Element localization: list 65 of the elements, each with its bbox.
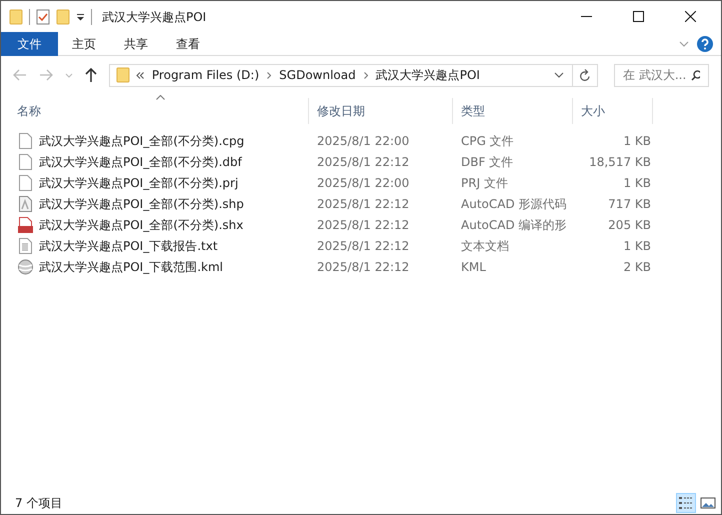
file-name[interactable]: 武汉大学兴趣点POI_下载报告.txt [33, 236, 313, 254]
item-count: 7 个项目 [15, 495, 62, 512]
file-name[interactable]: 武汉大学兴趣点POI_全部(不分类).cpg [33, 132, 313, 150]
double-chevron-left-icon[interactable] [136, 72, 144, 78]
window-title: 武汉大学兴趣点POI [102, 8, 206, 26]
refresh-icon[interactable] [579, 68, 591, 82]
file-type: AutoCAD 编译的形 [460, 216, 568, 234]
column-header[interactable]: 类型 [453, 98, 573, 124]
chevron-right-icon[interactable] [267, 72, 272, 78]
file-size: 717 KB [607, 196, 651, 212]
breadcrumb[interactable]: Program Files (D:) [152, 66, 260, 84]
file-name[interactable]: 武汉大学兴趣点POI_全部(不分类).shp [33, 194, 313, 212]
address-bar[interactable]: Program Files (D:) SGDownload 武汉大学兴趣点POI [108, 64, 598, 86]
file-type: KML [460, 258, 487, 276]
modified-date: 2025/8/1 22:12 [316, 216, 410, 234]
file-icon [18, 132, 33, 148]
file-type: PRJ 文件 [460, 174, 509, 192]
modified-date: 2025/8/1 22:12 [316, 196, 410, 212]
file-type: DBF 文件 [460, 154, 514, 170]
maximize-icon [632, 11, 644, 22]
column-header[interactable]: 名称 [9, 98, 309, 124]
file-name[interactable]: 武汉大学兴趣点POI_下载范围.kml [33, 258, 313, 276]
file-size: 1 KB [622, 132, 651, 150]
modified-date: 2025/8/1 22:00 [316, 174, 410, 192]
column-header[interactable]: 修改日期 [309, 98, 453, 124]
ribbon-tab[interactable]: 共享 [110, 32, 162, 56]
file-size: 2 KB [622, 258, 651, 276]
column-header[interactable]: 大小 [573, 98, 653, 124]
file-name[interactable]: 武汉大学兴趣点POI_全部(不分类).shx [33, 216, 313, 234]
modified-date: 2025/8/1 22:12 [316, 258, 410, 276]
file-size: 1 KB [622, 174, 651, 192]
file-type: AutoCAD 形源代码 [460, 196, 568, 212]
file-icon [18, 154, 33, 170]
file-icon [18, 174, 33, 190]
modified-date: 2025/8/1 22:12 [316, 238, 410, 254]
file-icon [18, 216, 33, 232]
chevron-right-icon[interactable] [364, 72, 368, 78]
file-type: 文本文档 [460, 238, 510, 254]
file-size: 205 KB [607, 216, 651, 234]
caret-icon[interactable] [76, 12, 85, 20]
chevron-down-icon[interactable] [554, 72, 564, 78]
ribbon-tab[interactable]: 主页 [58, 32, 110, 56]
help-icon[interactable] [697, 36, 713, 52]
breadcrumb[interactable]: SGDownload [279, 66, 356, 84]
close-icon [684, 11, 696, 22]
file-size: 18,517 KB [588, 154, 651, 170]
sort-caret-icon [156, 95, 165, 100]
globe-file-icon [18, 258, 33, 274]
modified-date: 2025/8/1 22:12 [316, 154, 410, 170]
file-type: CPG 文件 [460, 132, 515, 150]
search-icon [691, 70, 700, 80]
folder-icon [116, 67, 130, 83]
properties-icon[interactable] [36, 8, 50, 24]
file-icon [18, 196, 33, 212]
search-field[interactable]: 在 武汉大... [614, 64, 709, 86]
file-name[interactable]: 武汉大学兴趣点POI_全部(不分类).prj [33, 174, 313, 192]
breadcrumb[interactable]: 武汉大学兴趣点POI [376, 66, 480, 84]
file-name[interactable]: 武汉大学兴趣点POI_全部(不分类).dbf [33, 152, 313, 170]
up-arrow-icon[interactable] [84, 68, 97, 82]
details-view-button[interactable] [676, 493, 696, 513]
ribbon-tab[interactable]: 文件 [1, 32, 58, 56]
file-icon [18, 238, 33, 254]
ribbon-tab[interactable]: 查看 [162, 32, 214, 56]
file-size: 1 KB [622, 238, 651, 254]
modified-date: 2025/8/1 22:00 [316, 132, 410, 150]
